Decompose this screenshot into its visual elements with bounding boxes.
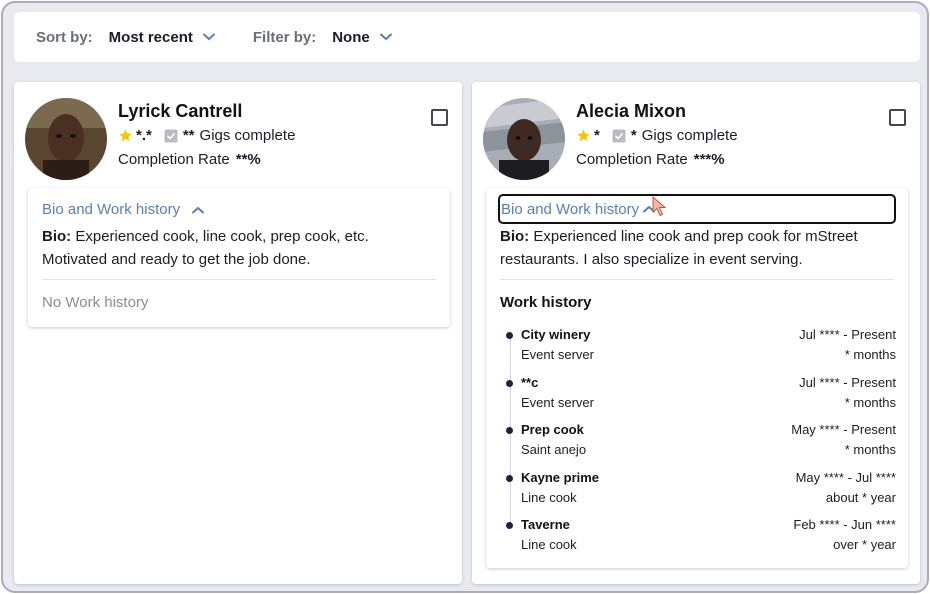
job-dates: Jul **** - Present [799, 375, 896, 390]
sort-dropdown[interactable]: Most recent [109, 29, 193, 46]
job-dates: May **** - Jul **** [795, 470, 896, 485]
job-duration: * months [844, 442, 896, 457]
chevron-down-icon[interactable] [202, 33, 215, 41]
work-history-title: Work history [500, 294, 592, 311]
timeline-dot [506, 332, 513, 339]
avatar [483, 98, 565, 180]
accordion-label: Bio and Work history [42, 201, 181, 218]
bio-accordion-toggle[interactable]: Bio and Work history [498, 194, 896, 224]
filter-bar: Sort by: Most recent Filter by: None [14, 12, 920, 62]
select-checkbox[interactable] [889, 109, 906, 126]
completion-label: Completion Rate [118, 151, 230, 168]
timeline-dot [506, 380, 513, 387]
filter-label: Filter by: [252, 28, 317, 46]
job-duration: * months [844, 395, 896, 410]
star-icon [119, 129, 132, 142]
job-dates: Feb **** - Jun **** [793, 517, 896, 532]
app-frame: Sort by: Most recent Filter by: None Lyr… [1, 1, 929, 593]
completion-label: Completion Rate [576, 151, 688, 168]
job-role: Line cook [521, 490, 577, 505]
filter-dropdown[interactable]: None [332, 29, 370, 46]
bio-content: Experienced line cook and prep cook for … [500, 228, 858, 268]
job-dates: May **** - Present [791, 422, 896, 437]
job-title: Kayne prime [521, 470, 600, 485]
job-duration: about * year [825, 490, 896, 505]
chevron-up-icon [192, 206, 205, 213]
gigs-count: * [630, 127, 637, 144]
list-item: Kayne prime Line cook May **** - Jul ***… [500, 470, 896, 510]
divider [500, 279, 894, 280]
star-icon [577, 129, 590, 142]
worker-name: Lyrick Cantrell [118, 101, 243, 121]
job-dates: Jul **** - Present [799, 327, 896, 342]
list-item: Prep cook Saint anejo May **** - Present… [500, 422, 896, 462]
worker-card: Alecia Mixon * * Gigs complete Completio… [472, 82, 920, 584]
bio-content: Experienced cook, line cook, prep cook, … [42, 228, 369, 268]
job-role: Event server [521, 347, 594, 362]
bio-text: Bio: Experienced line cook and prep cook… [500, 225, 894, 271]
completion-rate: Completion Rate **% [118, 151, 261, 168]
mouse-cursor-icon [652, 196, 667, 217]
list-item: Taverne Line cook Feb **** - Jun **** ov… [500, 517, 896, 557]
completion-rate: Completion Rate ***% [576, 151, 725, 168]
gigs-label: Gigs complete [199, 127, 296, 144]
list-item: City winery Event server Jul **** - Pres… [500, 327, 896, 367]
completion-value: **% [235, 151, 261, 168]
job-role: Saint anejo [521, 442, 587, 457]
worker-stats: * * Gigs complete [576, 127, 738, 144]
timeline-dot [506, 475, 513, 482]
check-badge-icon [612, 129, 626, 142]
bio-panel: Bio and Work history Bio: Experienced co… [28, 188, 450, 327]
job-role: Event server [521, 395, 594, 410]
bio-label: Bio: [42, 228, 72, 245]
worker-card: Lyrick Cantrell *.* ** Gigs complete Com… [14, 82, 462, 584]
job-role: Line cook [521, 537, 577, 552]
job-title: **c [521, 375, 539, 390]
timeline-dot [506, 522, 513, 529]
bio-accordion-toggle[interactable]: Bio and Work history [42, 201, 205, 218]
job-title: City winery [521, 327, 591, 342]
rating-value: *.* [136, 127, 152, 144]
completion-value: ***% [693, 151, 725, 168]
job-title: Taverne [521, 517, 570, 532]
job-duration: * months [844, 347, 896, 362]
divider [42, 279, 436, 280]
bio-panel: Bio and Work history Bio: Experienced li… [486, 188, 908, 568]
bio-label: Bio: [500, 228, 530, 245]
worker-stats: *.* ** Gigs complete [118, 127, 295, 144]
chevron-down-icon[interactable] [379, 33, 392, 41]
job-duration: over * year [833, 537, 896, 552]
accordion-label: Bio and Work history [501, 200, 640, 218]
select-checkbox[interactable] [431, 109, 448, 126]
avatar [25, 98, 107, 180]
job-title: Prep cook [521, 422, 584, 437]
gigs-label: Gigs complete [641, 127, 738, 144]
rating-value: * [594, 127, 600, 144]
timeline-dot [506, 427, 513, 434]
no-work-history: No Work history [42, 294, 149, 311]
list-item: **c Event server Jul **** - Present * mo… [500, 375, 896, 415]
gigs-count: ** [182, 127, 195, 144]
check-badge-icon [164, 129, 178, 142]
sort-label: Sort by: [36, 28, 93, 46]
worker-name: Alecia Mixon [576, 101, 687, 121]
bio-text: Bio: Experienced cook, line cook, prep c… [42, 225, 436, 271]
